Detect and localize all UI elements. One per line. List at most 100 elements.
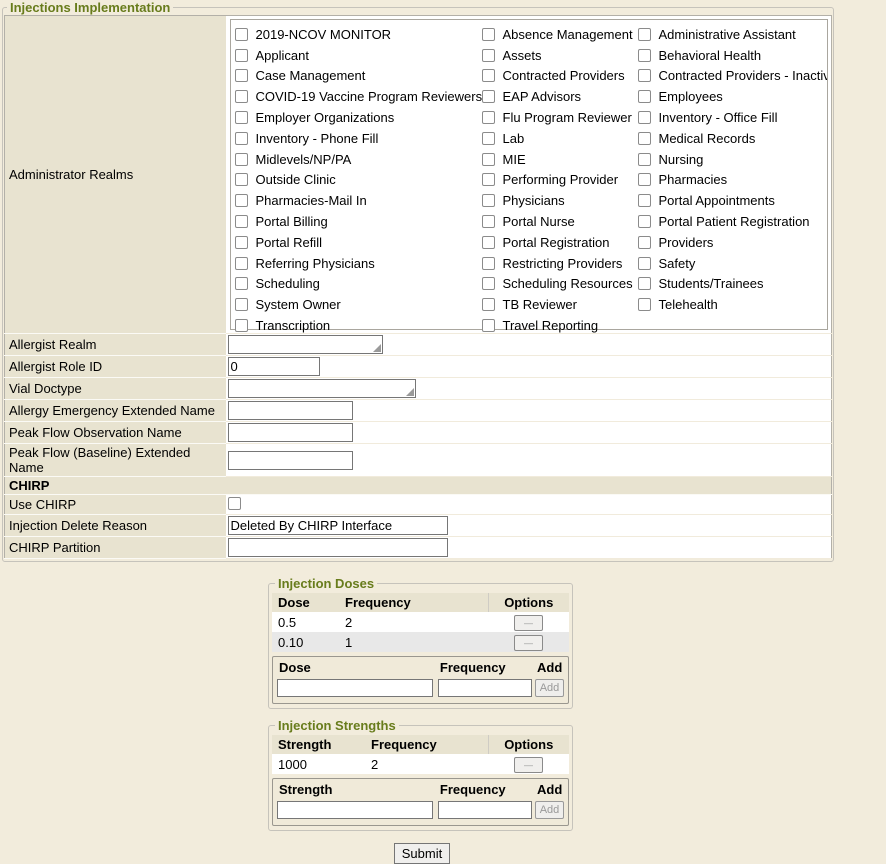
realm-checkbox-item[interactable]: Medical Records (638, 128, 828, 149)
new-strength-frequency-input[interactable] (438, 801, 532, 819)
realm-checkbox[interactable] (482, 132, 495, 145)
realm-checkbox-item[interactable]: Contracted Providers (482, 66, 638, 87)
realm-checkbox-item[interactable]: Portal Registration (482, 232, 638, 253)
realm-checkbox-item[interactable]: Lab (482, 128, 638, 149)
realm-checkbox-item[interactable]: Employer Organizations (235, 107, 482, 128)
realm-checkbox[interactable] (638, 49, 651, 62)
realm-checkbox-item[interactable]: Flu Program Reviewer (482, 107, 638, 128)
realm-checkbox-item[interactable]: Inventory - Office Fill (638, 107, 828, 128)
realm-checkbox[interactable] (638, 69, 651, 82)
realm-checkbox-item[interactable]: TB Reviewer (482, 294, 638, 315)
realm-checkbox[interactable] (482, 173, 495, 186)
realm-checkbox-item[interactable]: Scheduling (235, 274, 482, 295)
realm-checkbox[interactable] (638, 132, 651, 145)
realm-checkbox-item[interactable]: Behavioral Health (638, 45, 828, 66)
realm-checkbox-item[interactable]: Performing Provider (482, 170, 638, 191)
realm-checkbox-item[interactable]: Midlevels/NP/PA (235, 149, 482, 170)
realm-checkbox-item[interactable]: System Owner (235, 294, 482, 315)
realm-checkbox-item[interactable]: Portal Billing (235, 211, 482, 232)
realm-checkbox[interactable] (638, 90, 651, 103)
realm-checkbox[interactable] (482, 194, 495, 207)
realm-checkbox-item[interactable]: Transcription (235, 315, 482, 336)
realm-checkbox[interactable] (482, 28, 495, 41)
realm-checkbox[interactable] (235, 49, 248, 62)
realm-checkbox[interactable] (482, 298, 495, 311)
realm-checkbox[interactable] (482, 111, 495, 124)
realm-checkbox[interactable] (638, 153, 651, 166)
realm-checkbox-item[interactable]: Providers (638, 232, 828, 253)
realm-checkbox[interactable] (235, 173, 248, 186)
realm-checkbox[interactable] (235, 132, 248, 145)
realm-checkbox[interactable] (235, 69, 248, 82)
realm-checkbox-item[interactable]: Contracted Providers - Inactive (638, 66, 828, 87)
realm-checkbox[interactable] (235, 194, 248, 207)
realm-checkbox-item[interactable]: Physicians (482, 190, 638, 211)
realm-checkbox-item[interactable]: Portal Nurse (482, 211, 638, 232)
realm-checkbox-item[interactable]: Administrative Assistant (638, 24, 828, 45)
peak-flow-observation-name-input[interactable] (228, 423, 353, 442)
realm-checkbox-item[interactable]: EAP Advisors (482, 86, 638, 107)
allergy-emergency-extended-name-input[interactable] (228, 401, 353, 420)
realm-checkbox[interactable] (638, 194, 651, 207)
realm-checkbox[interactable] (638, 277, 651, 290)
realm-checkbox-item[interactable]: Applicant (235, 45, 482, 66)
realm-checkbox-item[interactable]: Inventory - Phone Fill (235, 128, 482, 149)
realm-checkbox[interactable] (235, 90, 248, 103)
realm-checkbox[interactable] (638, 173, 651, 186)
realm-checkbox[interactable] (638, 236, 651, 249)
realm-checkbox-item[interactable]: Case Management (235, 66, 482, 87)
new-strength-input[interactable] (277, 801, 433, 819)
realm-checkbox-item[interactable]: Students/Trainees (638, 274, 828, 295)
dose-options-button[interactable]: — (514, 615, 543, 631)
chirp-partition-input[interactable] (228, 538, 448, 557)
add-strength-button[interactable]: Add (535, 801, 564, 819)
realm-checkbox-item[interactable]: Pharmacies-Mail In (235, 190, 482, 211)
realm-checkbox[interactable] (482, 90, 495, 103)
realm-checkbox-item[interactable]: Portal Refill (235, 232, 482, 253)
realm-checkbox[interactable] (235, 277, 248, 290)
vial-doctype-input[interactable] (228, 379, 416, 398)
dose-options-button[interactable]: — (514, 635, 543, 651)
realm-checkbox[interactable] (638, 28, 651, 41)
realm-checkbox[interactable] (235, 215, 248, 228)
realm-checkbox-item[interactable]: COVID-19 Vaccine Program Reviewers (235, 86, 482, 107)
realm-checkbox[interactable] (235, 236, 248, 249)
realm-checkbox[interactable] (235, 153, 248, 166)
use-chirp-checkbox[interactable] (228, 497, 241, 510)
realm-checkbox[interactable] (235, 298, 248, 311)
realm-checkbox-item[interactable]: Telehealth (638, 294, 828, 315)
realm-checkbox[interactable] (638, 257, 651, 270)
realm-checkbox[interactable] (482, 236, 495, 249)
realm-checkbox-item[interactable]: 2019-NCOV MONITOR (235, 24, 482, 45)
realm-checkbox[interactable] (482, 319, 495, 332)
realm-checkbox-item[interactable]: Scheduling Resources (482, 274, 638, 295)
realm-checkbox[interactable] (638, 298, 651, 311)
allergist-realm-input[interactable] (228, 335, 383, 354)
add-dose-button[interactable]: Add (535, 679, 564, 697)
realm-checkbox-item[interactable]: Outside Clinic (235, 170, 482, 191)
realm-checkbox[interactable] (482, 153, 495, 166)
realm-checkbox[interactable] (235, 257, 248, 270)
realm-checkbox[interactable] (235, 111, 248, 124)
injection-delete-reason-input[interactable] (228, 516, 448, 535)
strength-options-button[interactable]: — (514, 757, 543, 773)
realm-checkbox-item[interactable]: Pharmacies (638, 170, 828, 191)
realm-checkbox-item[interactable]: Portal Patient Registration (638, 211, 828, 232)
realm-checkbox[interactable] (235, 319, 248, 332)
realm-checkbox-item[interactable]: Employees (638, 86, 828, 107)
realm-checkbox-item[interactable]: Portal Appointments (638, 190, 828, 211)
new-dose-input[interactable] (277, 679, 433, 697)
peak-flow-baseline-extended-name-input[interactable] (228, 451, 353, 470)
realm-checkbox[interactable] (482, 215, 495, 228)
realm-checkbox[interactable] (482, 69, 495, 82)
realm-checkbox-item[interactable]: Assets (482, 45, 638, 66)
realm-checkbox-item[interactable]: MIE (482, 149, 638, 170)
realm-checkbox-item[interactable]: Absence Management (482, 24, 638, 45)
realm-checkbox-item[interactable]: Referring Physicians (235, 253, 482, 274)
realm-checkbox[interactable] (482, 277, 495, 290)
allergist-role-id-input[interactable] (228, 357, 320, 376)
realm-checkbox-item[interactable]: Restricting Providers (482, 253, 638, 274)
realm-checkbox[interactable] (638, 111, 651, 124)
realm-checkbox[interactable] (638, 215, 651, 228)
new-dose-frequency-input[interactable] (438, 679, 532, 697)
